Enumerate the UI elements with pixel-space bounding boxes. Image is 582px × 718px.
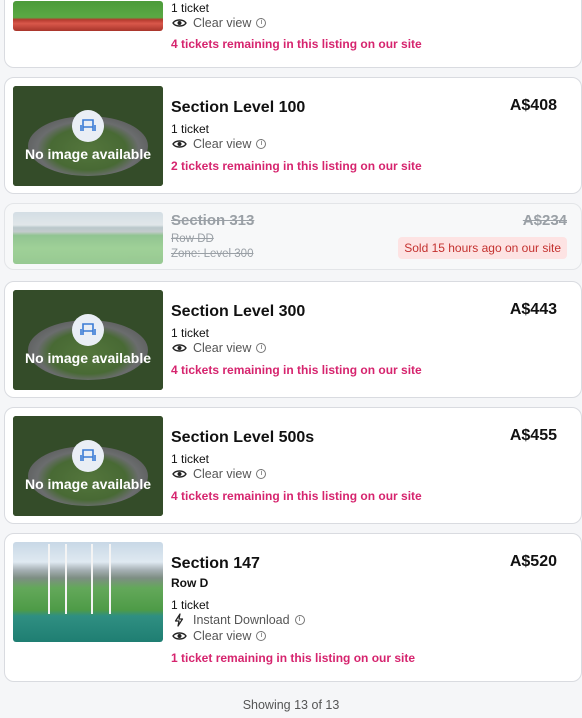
sold-listing-card: Section 313 A$234 Row DD Zone: Level 300…: [4, 203, 582, 270]
clear-view-feature: Clear view i: [171, 137, 267, 151]
info-icon[interactable]: i: [294, 615, 305, 625]
listing-image: No image available: [13, 416, 163, 516]
section-title: Section Level 300: [171, 303, 306, 320]
listing-image: [13, 542, 163, 642]
seat-icon: [72, 314, 104, 346]
clear-view-feature: Clear view i: [171, 16, 267, 30]
tickets-remaining: 1 ticket remaining in this listing on ou…: [171, 651, 416, 665]
info-icon[interactable]: i: [256, 18, 267, 28]
info-icon[interactable]: i: [256, 343, 267, 353]
ticket-count: 1 ticket: [171, 1, 210, 15]
listing-card[interactable]: No image available Section Level 100 A$4…: [4, 77, 582, 194]
listing-card[interactable]: 1 ticket Clear view i 4 tickets remainin…: [4, 0, 582, 68]
ticket-count: 1 ticket: [171, 122, 210, 136]
sold-badge: Sold 15 hours ago on our site: [398, 237, 567, 259]
listing-card[interactable]: Section 147 A$520 Row D 1 ticket Instant…: [4, 533, 582, 682]
listing-card[interactable]: No image available Section Level 500s A$…: [4, 407, 582, 524]
listing-price: A$455: [509, 427, 557, 444]
ticket-count: 1 ticket: [171, 326, 210, 340]
clear-view-feature: Clear view i: [171, 629, 267, 643]
no-image-label: No image available: [24, 350, 152, 366]
info-icon[interactable]: i: [256, 139, 267, 149]
listing-price: A$408: [509, 97, 557, 114]
listing-price: A$443: [509, 301, 557, 318]
listing-image: [13, 1, 163, 31]
eye-icon: [171, 467, 187, 481]
section-title: Section 313: [171, 212, 255, 229]
eye-icon: [171, 341, 187, 355]
tickets-remaining: 2 tickets remaining in this listing on o…: [171, 159, 422, 173]
listing-image: [13, 212, 163, 264]
tickets-remaining: 4 tickets remaining in this listing on o…: [171, 363, 422, 377]
clear-view-feature: Clear view i: [171, 341, 267, 355]
listing-image: No image available: [13, 290, 163, 390]
eye-icon: [171, 16, 187, 30]
section-title: Section Level 500s: [171, 429, 315, 446]
seat-icon: [72, 440, 104, 472]
row-label: Row DD: [171, 233, 214, 245]
info-icon[interactable]: i: [256, 631, 267, 641]
section-title: Section Level 100: [171, 99, 306, 116]
section-title: Section 147: [171, 555, 260, 572]
zone-label: Zone: Level 300: [171, 248, 254, 260]
ticket-count: 1 ticket: [171, 452, 210, 466]
no-image-label: No image available: [24, 146, 152, 162]
ticket-count: 1 ticket: [171, 598, 210, 612]
listing-card[interactable]: No image available Section Level 300 A$4…: [4, 281, 582, 398]
listing-price: A$234: [522, 212, 567, 229]
instant-download-feature: Instant Download i: [171, 613, 305, 627]
eye-icon: [171, 137, 187, 151]
tickets-remaining: 4 tickets remaining in this listing on o…: [171, 489, 422, 503]
info-icon[interactable]: i: [256, 469, 267, 479]
results-count: Showing 13 of 13: [242, 698, 340, 712]
seat-icon: [72, 110, 104, 142]
clear-view-feature: Clear view i: [171, 467, 267, 481]
listing-image: No image available: [13, 86, 163, 186]
listing-price: A$520: [509, 553, 557, 570]
row-label: Row D: [171, 576, 209, 590]
no-image-label: No image available: [24, 476, 152, 492]
eye-icon: [171, 629, 187, 643]
lightning-icon: [171, 613, 187, 627]
tickets-remaining: 4 tickets remaining in this listing on o…: [171, 37, 422, 51]
